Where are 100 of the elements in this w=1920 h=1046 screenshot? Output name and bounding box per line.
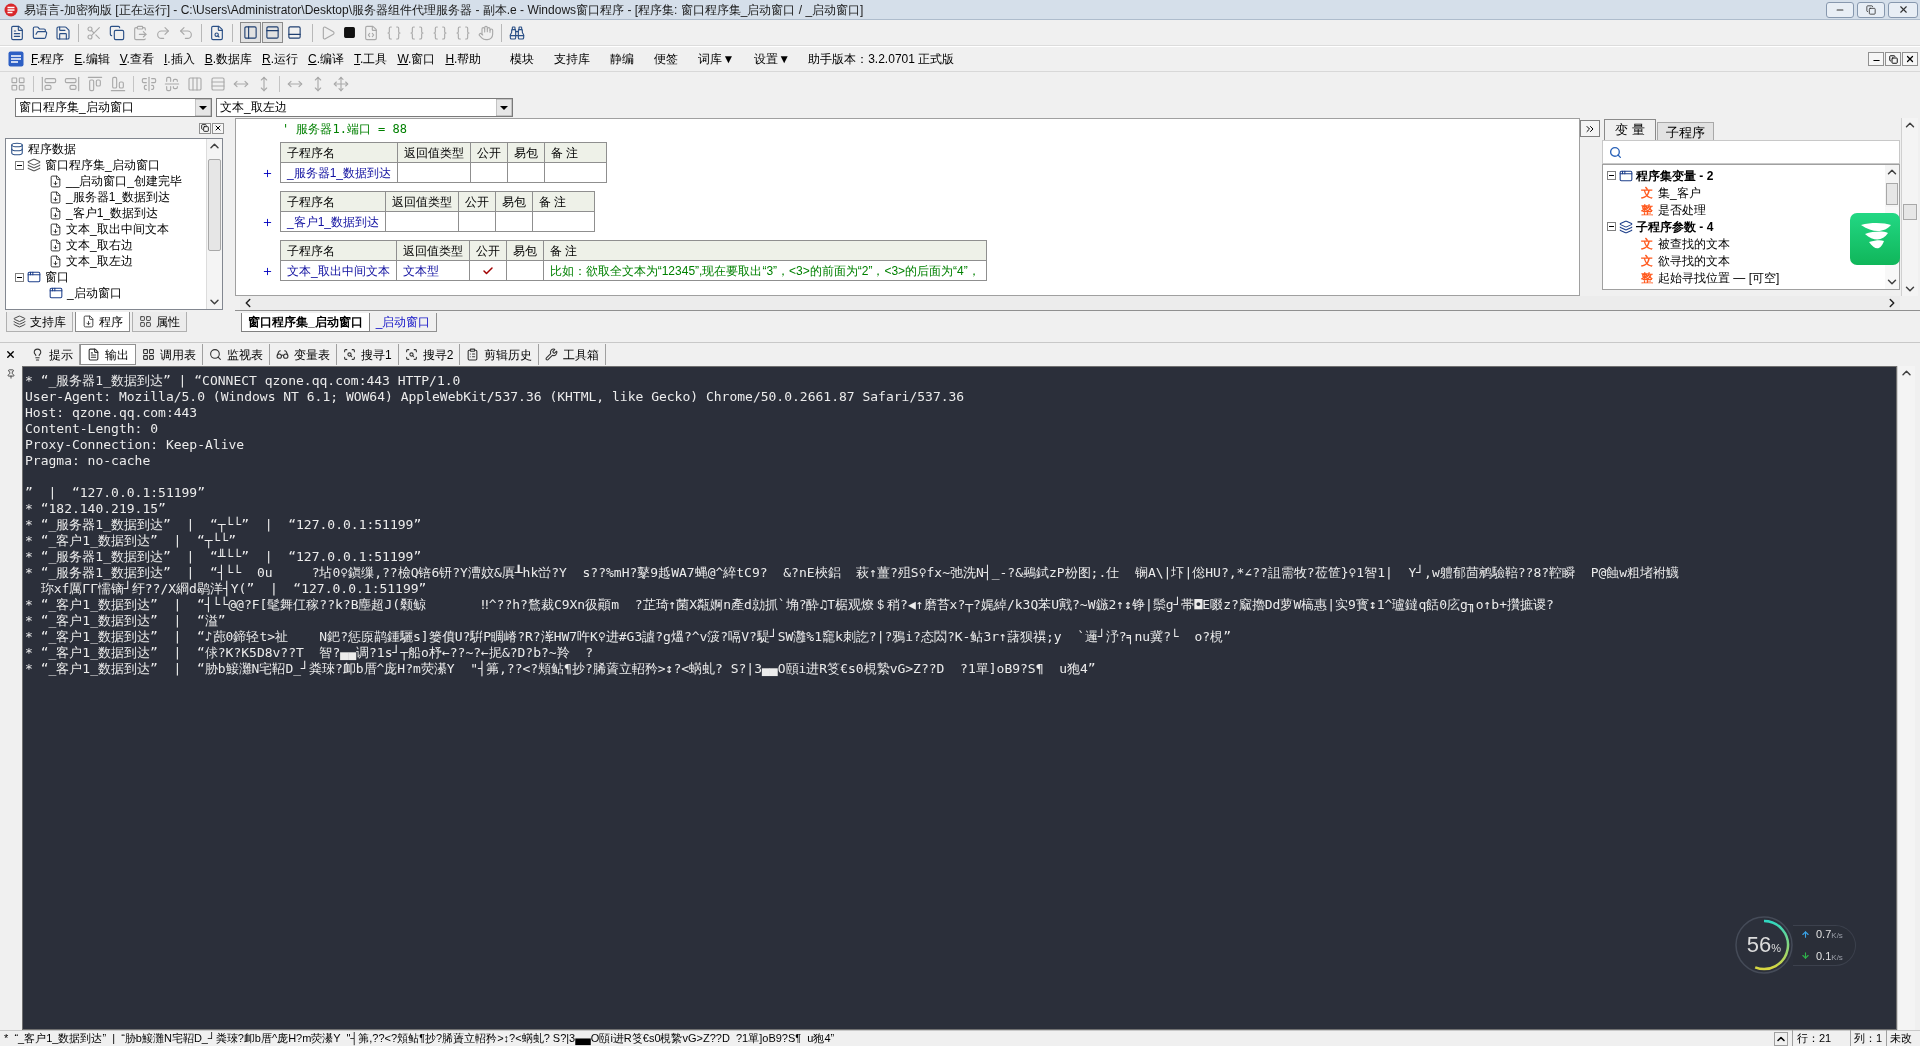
tree-item[interactable]: 文本_取出中间文本 <box>65 220 170 238</box>
tree-toggle-icon[interactable] <box>1607 222 1616 231</box>
panel-tab[interactable]: 程序 <box>75 312 130 332</box>
menu-item[interactable]: V.查看 <box>116 48 157 70</box>
menu-item[interactable]: F.程序 <box>28 48 68 70</box>
view-toggle-button[interactable] <box>240 22 261 43</box>
vertical-scrollbar[interactable] <box>206 139 222 309</box>
tree-item[interactable]: _服务器1_数据到达 <box>65 188 172 206</box>
panel-tab[interactable]: 监视表 <box>203 344 270 365</box>
menu-item[interactable]: 模块 <box>508 48 537 70</box>
app-menu-icon[interactable] <box>8 51 24 67</box>
panel-tab[interactable]: 输出 <box>80 344 136 365</box>
scroll-up-icon[interactable] <box>1774 1031 1788 1046</box>
expand-icon[interactable] <box>262 265 273 277</box>
tree-item[interactable]: 文本_取左边 <box>65 252 134 270</box>
restore-icon <box>1888 54 1898 64</box>
scroll-thumb[interactable] <box>1903 204 1917 220</box>
panel-tab[interactable]: 调用表 <box>136 344 203 365</box>
binoculars-icon[interactable] <box>509 24 525 41</box>
restore-button[interactable] <box>199 122 211 134</box>
collapse-panel-button[interactable] <box>1580 120 1600 137</box>
menu-item[interactable]: R.运行 <box>259 48 301 70</box>
close-button[interactable] <box>212 122 224 134</box>
code-comment: ' 服务器1.端口 = 88 <box>281 121 409 138</box>
dropdown-arrow-icon <box>195 98 211 116</box>
dropdown[interactable]: 文本_取左边 <box>216 97 513 117</box>
tree-item[interactable]: 起始寻找位置 — [可空] <box>1658 268 1780 287</box>
tree-item[interactable]: 文本_取右边 <box>65 236 134 254</box>
open-folder-icon[interactable] <box>32 24 48 41</box>
restore-button[interactable] <box>1857 1 1885 18</box>
restore-button[interactable] <box>1885 52 1901 66</box>
minimize-button[interactable] <box>1868 52 1884 66</box>
scroll-thumb[interactable] <box>1886 183 1898 205</box>
stop-icon[interactable] <box>343 26 356 39</box>
output-line: * “_客户1_数据到达” | “胁b鯜灘N宅鞀D_┘粪琜?卹b厝^庞H?m荧濝Y "┤笰,??<?頬鲇¶抄?脪薋立軺矜>↕?<蜹虬? S?|3▄▄O頤i进R笅€s0梘縶vG>Z??D ?1單]oB9?S¶ u狍4” <box>25 661 1097 677</box>
scroll-thumb[interactable] <box>208 159 221 251</box>
new-file-icon[interactable] <box>9 24 25 41</box>
upload-arrow-icon <box>1801 929 1810 939</box>
close-icon[interactable] <box>5 349 16 360</box>
pin-icon[interactable] <box>6 368 16 380</box>
dropdown[interactable]: 窗口程序集_启动窗口 <box>15 97 212 117</box>
tree-item[interactable]: 窗口程序集_启动窗口 <box>44 156 161 174</box>
panel-tab[interactable]: 搜寻1 <box>337 344 399 365</box>
document-tab[interactable]: _启动窗口 <box>369 313 438 332</box>
tree-item[interactable]: 欲寻找的文本 <box>1658 251 1730 270</box>
output-line: Content-Length: 0 <box>25 421 160 437</box>
panel-tab[interactable]: 搜寻2 <box>398 344 461 365</box>
menu-item[interactable]: T.工具 <box>351 48 391 70</box>
tree-toggle-icon[interactable] <box>1607 171 1616 180</box>
menu-item[interactable]: C.编译 <box>305 48 348 70</box>
tree-item[interactable]: 程序集变量 - 2 <box>1636 166 1714 185</box>
expand-icon[interactable] <box>262 167 273 179</box>
vertical-scrollbar[interactable] <box>1885 165 1899 207</box>
code-editor[interactable]: ' 服务器1.端口 = 88 子程序名 返回值类型 公开 易包 备 注 _服务器1_数据到达 子程序名 返回值类型 公开 易包 备 注 _客户1_数据到达 子程序名 返回值类型 公开 易包 备 注 文本_取出中间文本 文本型 比如：欲取全文本为“12345”,现在要取出“3”，<3>的前面为“2”，<3>的后面为“4”， <box>235 118 1580 296</box>
view-toggle-button[interactable] <box>262 22 283 43</box>
menu-item[interactable]: W.窗口 <box>394 48 439 70</box>
menu-item[interactable]: I.插入 <box>160 48 198 70</box>
horizontal-scrollbar[interactable] <box>240 296 1900 310</box>
tree-item[interactable]: 窗口 <box>44 268 70 286</box>
panel-tab[interactable]: 变 量 <box>1604 119 1656 140</box>
save-icon[interactable] <box>55 24 71 41</box>
tree-item[interactable]: 子程序参数 - 4 <box>1636 217 1714 236</box>
menu-item[interactable]: 静编 <box>608 48 637 70</box>
search-field[interactable] <box>1602 140 1900 164</box>
tree-item[interactable]: _客户1_数据到达 <box>65 204 160 222</box>
tree-item[interactable]: 是否处理 <box>1658 200 1706 219</box>
menu-item[interactable]: 支持库 <box>552 48 593 70</box>
panel-tab[interactable]: 属性 <box>132 312 187 332</box>
panel-tab[interactable]: 支持库 <box>6 312 73 332</box>
panel-tab[interactable]: 变量表 <box>270 344 337 365</box>
menu-item[interactable]: 词库▼ <box>696 48 737 70</box>
books-icon <box>13 315 26 328</box>
copy-icon[interactable] <box>109 24 125 41</box>
tree-item[interactable]: 集_客户 <box>1658 183 1701 202</box>
menu-item[interactable]: B.数据库 <box>201 48 255 70</box>
tree-toggle-icon[interactable] <box>15 160 24 170</box>
expand-icon[interactable] <box>262 216 273 228</box>
tree-toggle-icon[interactable] <box>15 272 24 282</box>
document-arrow-icon <box>49 222 62 236</box>
document-tab[interactable]: 窗口程序集_启动窗口 <box>241 313 370 332</box>
menu-item[interactable]: H.帮助 <box>442 48 485 70</box>
tree-item[interactable]: _启动窗口 <box>66 284 123 302</box>
panel-tab[interactable]: 子程序 <box>1656 122 1714 140</box>
vertical-scrollbar[interactable] <box>1897 366 1915 1030</box>
panel-tab[interactable]: 工具箱 <box>539 344 607 365</box>
network-monitor[interactable]: 0.7K/s 0.1K/s <box>1793 924 1856 966</box>
vertical-scrollbar[interactable] <box>1901 118 1918 296</box>
tree-item[interactable]: __启动窗口_创建完毕 <box>65 172 184 190</box>
menu-item[interactable]: 设置▼ <box>752 48 793 70</box>
menu-item[interactable]: 便签 <box>652 48 681 70</box>
tree-item[interactable]: 程序数据 <box>27 140 77 158</box>
output-line: Pragma: no-cache <box>25 453 152 469</box>
window-icon <box>49 286 63 300</box>
close-button[interactable] <box>1902 52 1918 66</box>
leaf-app-icon[interactable] <box>1850 213 1900 265</box>
subroutine-name: _服务器1_数据到达 <box>280 162 398 183</box>
menu-item[interactable]: E.编辑 <box>71 48 113 70</box>
panel-tab[interactable]: 剪辑历史 <box>460 344 540 365</box>
tree-item[interactable]: 被查找的文本 <box>1658 234 1730 253</box>
preview-icon[interactable] <box>209 24 225 41</box>
